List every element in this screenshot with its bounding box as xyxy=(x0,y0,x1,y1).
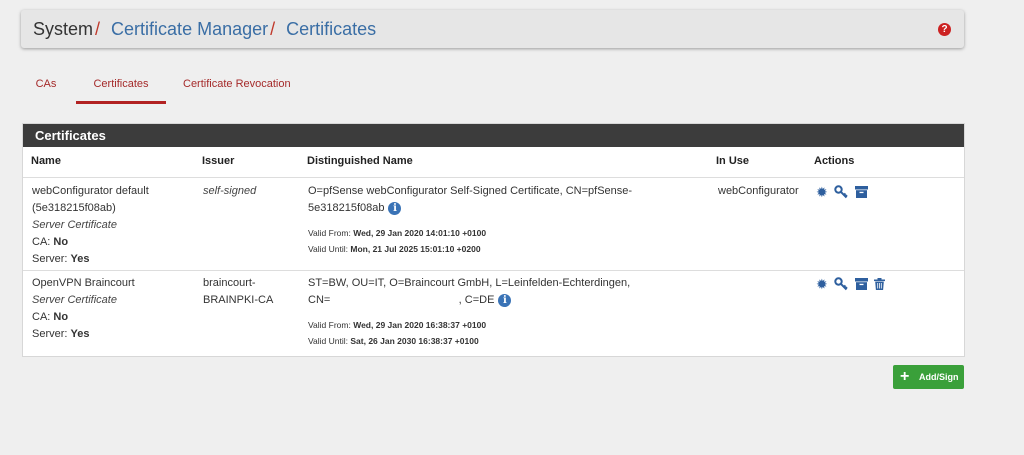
trash-icon[interactable] xyxy=(874,277,886,290)
key-icon[interactable] xyxy=(834,185,848,199)
info-icon[interactable]: i xyxy=(388,201,402,215)
panel-title: Certificates xyxy=(23,124,964,147)
cert-name-cell: webConfigurator default (5e318215f08ab) … xyxy=(32,183,149,268)
valid-from-label: Valid From: xyxy=(308,320,351,330)
server-value: Yes xyxy=(70,253,90,265)
cert-refid: (5e318215f08ab) xyxy=(32,202,116,214)
valid-until-label: Valid Until: xyxy=(308,244,348,254)
distinguished-name-line2: CN= , C=DE xyxy=(308,294,495,306)
breadcrumb: System / Certificate Manager / Certificate… xyxy=(33,19,376,39)
column-header-distinguished-name: Distinguished Name xyxy=(307,155,413,167)
column-header-in-use: In Use xyxy=(716,155,750,167)
valid-until-label: Valid Until: xyxy=(308,336,348,346)
add-sign-label: Add/Sign xyxy=(919,372,959,382)
cert-name: webConfigurator default xyxy=(32,185,149,197)
cert-name-cell: OpenVPN Braincourt Server Certificate CA… xyxy=(32,275,135,343)
distinguished-name-line2: 5e318215f08ab xyxy=(308,202,385,214)
tab-cas[interactable]: CAs xyxy=(21,70,71,101)
breadcrumb-bar: System / Certificate Manager / Certificate… xyxy=(21,10,964,48)
column-header-name: Name xyxy=(31,155,61,167)
archive-icon[interactable] xyxy=(854,277,868,290)
gear-icon[interactable]: ✹ xyxy=(816,185,828,199)
issuer-cell: braincourt- BRAINPKI-CA xyxy=(203,275,273,309)
archive-icon[interactable] xyxy=(854,185,868,198)
key-icon[interactable] xyxy=(834,277,848,291)
ca-label: CA: xyxy=(32,311,51,323)
valid-from-date: Wed, 29 Jan 2020 14:01:10 +0100 xyxy=(353,228,487,238)
tab-certificate-revocation[interactable]: Certificate Revocation xyxy=(183,70,303,101)
valid-until-date: Sat, 26 Jan 2030 16:38:37 +0100 xyxy=(350,336,479,346)
tab-certificates[interactable]: Certificates xyxy=(76,70,166,104)
server-label: Server: xyxy=(32,328,68,340)
row-divider xyxy=(23,270,964,271)
cert-type: Server Certificate xyxy=(32,294,117,306)
cert-type: Server Certificate xyxy=(32,219,117,231)
ca-label: CA: xyxy=(32,236,51,248)
row-actions: ✹ xyxy=(816,183,870,201)
breadcrumb-system: System xyxy=(33,19,94,39)
row-actions: ✹ xyxy=(816,275,887,293)
valid-from-date: Wed, 29 Jan 2020 16:38:37 +0100 xyxy=(353,320,487,330)
breadcrumb-certificate-manager-link[interactable]: Certificate Manager xyxy=(111,19,268,39)
valid-until-date: Mon, 21 Jul 2025 15:01:10 +0200 xyxy=(350,244,481,254)
server-label: Server: xyxy=(32,253,68,265)
distinguished-name-cell: O=pfSense webConfigurator Self-Signed Ce… xyxy=(308,183,708,257)
distinguished-name-cell: ST=BW, OU=IT, O=Braincourt GmbH, L=Leinf… xyxy=(308,275,708,349)
breadcrumb-separator: / xyxy=(95,19,101,39)
issuer-cell: self-signed xyxy=(203,183,256,200)
column-header-actions: Actions xyxy=(814,155,855,167)
ca-value: No xyxy=(53,311,69,323)
header-divider xyxy=(23,177,964,178)
info-icon[interactable]: i xyxy=(498,293,512,307)
distinguished-name-line1: ST=BW, OU=IT, O=Braincourt GmbH, L=Leinf… xyxy=(308,277,631,289)
cert-name: OpenVPN Braincourt xyxy=(32,277,135,289)
breadcrumb-certificates-link[interactable]: Certificates xyxy=(286,19,376,39)
certificates-panel: Certificates Name Issuer Distinguished N… xyxy=(22,123,965,357)
add-sign-button[interactable]: + Add/Sign xyxy=(893,365,964,389)
distinguished-name-line1: O=pfSense webConfigurator Self-Signed Ce… xyxy=(308,185,633,197)
plus-icon: + xyxy=(900,368,910,385)
gear-icon[interactable]: ✹ xyxy=(816,277,828,291)
valid-from-label: Valid From: xyxy=(308,228,351,238)
column-header-issuer: Issuer xyxy=(202,155,235,167)
issuer-line2: BRAINPKI-CA xyxy=(203,294,274,306)
question-circle-icon[interactable]: ? xyxy=(938,23,951,36)
issuer-line1: braincourt- xyxy=(203,277,256,289)
breadcrumb-separator: / xyxy=(270,19,276,39)
server-value: Yes xyxy=(70,328,90,340)
issuer: self-signed xyxy=(203,185,257,197)
in-use: webConfigurator xyxy=(718,185,799,197)
ca-value: No xyxy=(53,236,69,248)
